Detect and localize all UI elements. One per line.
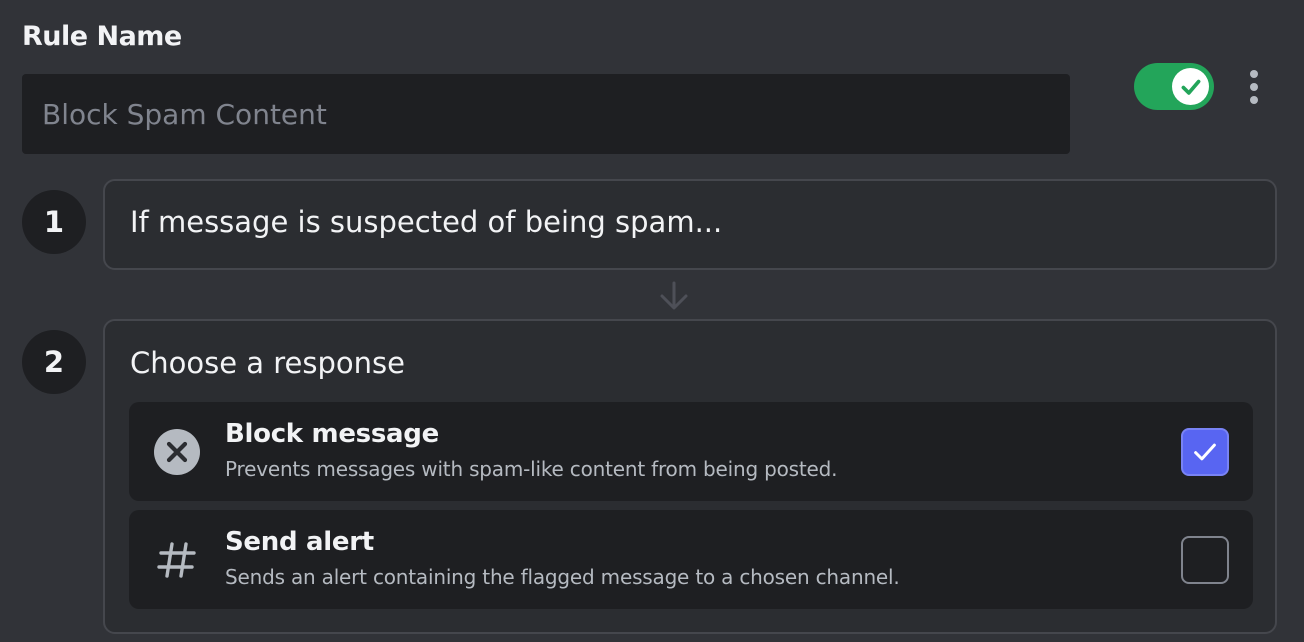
option-title: Send alert xyxy=(225,527,374,557)
block-message-checkbox[interactable] xyxy=(1181,428,1229,476)
rule-enabled-toggle[interactable] xyxy=(1134,63,1214,110)
trigger-step: If message is suspected of being spam... xyxy=(103,179,1277,270)
response-step-title: Choose a response xyxy=(130,346,405,380)
step-number-2: 2 xyxy=(22,330,86,394)
rule-name-input[interactable] xyxy=(22,74,1070,154)
more-options-icon[interactable] xyxy=(1238,66,1270,108)
automod-rule-editor: Rule Name 1 If message is suspected of b… xyxy=(0,0,1304,642)
rule-name-label: Rule Name xyxy=(22,21,182,52)
option-description: Prevents messages with spam-like content… xyxy=(225,457,838,481)
check-icon xyxy=(1194,443,1216,461)
step-number-1: 1 xyxy=(22,190,86,254)
toggle-knob xyxy=(1172,68,1209,105)
arrow-down-icon xyxy=(660,281,688,310)
check-icon xyxy=(1181,79,1200,95)
hash-icon xyxy=(153,536,201,584)
response-step: Choose a response Block message Prevents… xyxy=(103,319,1277,634)
send-alert-checkbox[interactable] xyxy=(1181,536,1229,584)
option-description: Sends an alert containing the flagged me… xyxy=(225,565,900,589)
circle-x-icon xyxy=(153,428,201,476)
option-send-alert[interactable]: Send alert Sends an alert containing the… xyxy=(129,510,1253,609)
option-block-message[interactable]: Block message Prevents messages with spa… xyxy=(129,402,1253,501)
trigger-text: If message is suspected of being spam... xyxy=(130,205,723,239)
option-title: Block message xyxy=(225,419,439,449)
